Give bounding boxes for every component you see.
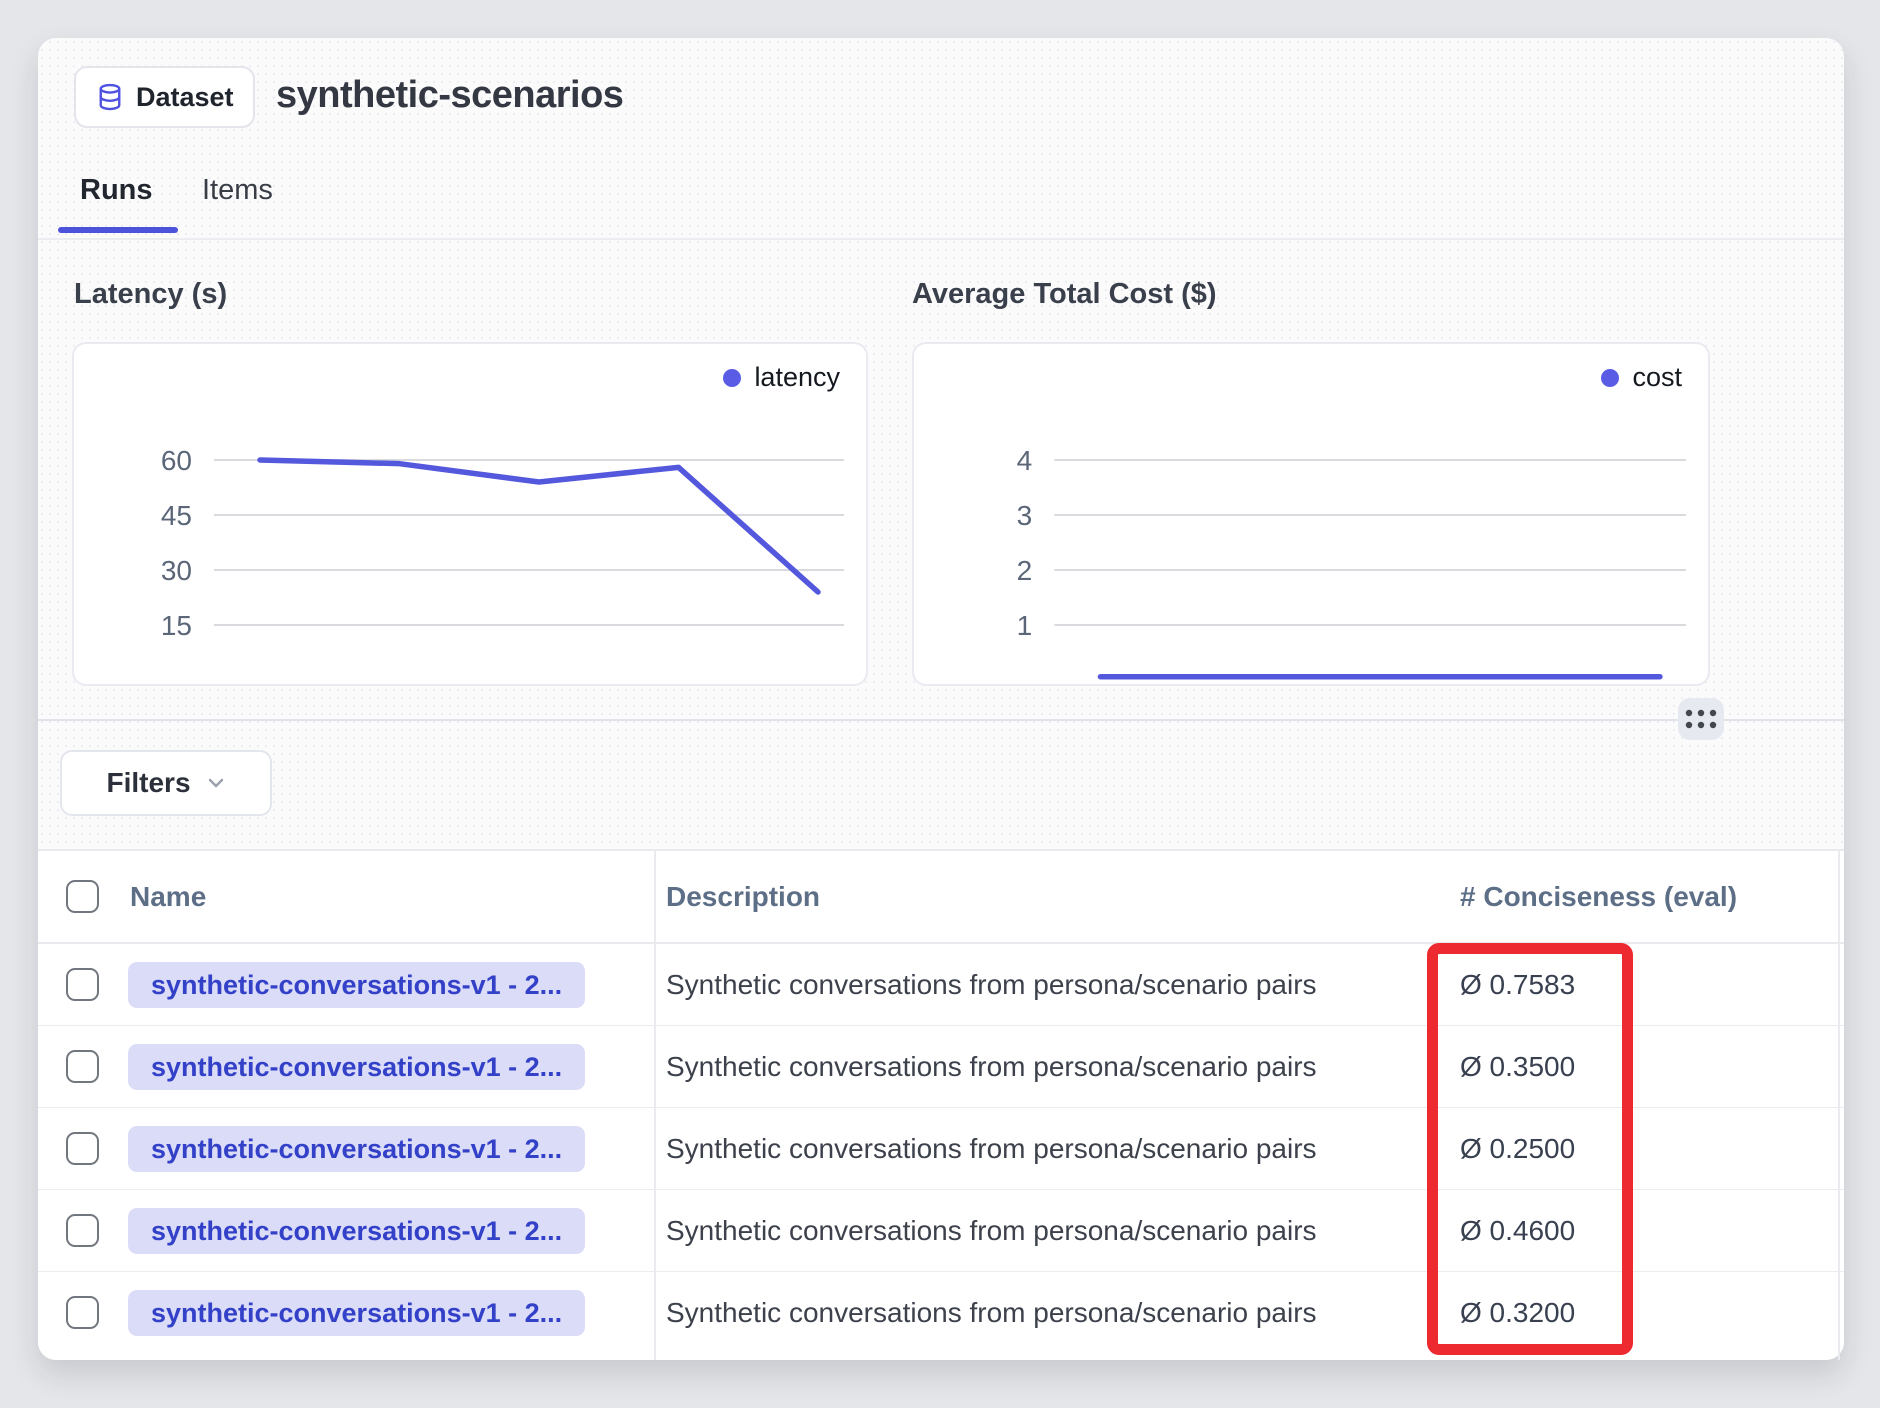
svg-text:3: 3 (1017, 500, 1033, 531)
tabs-divider (38, 238, 1844, 240)
cost-line-chart: 1 2 3 4 (914, 344, 1708, 684)
run-name-link[interactable]: synthetic-conversations-v1 - 2... (128, 1126, 585, 1172)
conciseness-value: Ø 0.3200 (1460, 1272, 1575, 1354)
svg-text:45: 45 (161, 500, 192, 531)
svg-text:2: 2 (1017, 555, 1033, 586)
table-row: synthetic-conversations-v1 - 2... Synthe… (38, 1026, 1844, 1108)
run-name-label: synthetic-conversations-v1 - 2... (151, 1052, 562, 1083)
svg-text:4: 4 (1017, 445, 1033, 476)
svg-text:30: 30 (161, 555, 192, 586)
active-tab-underline (58, 227, 178, 233)
svg-text:1: 1 (1017, 610, 1033, 641)
latency-chart-title: Latency (s) (74, 278, 227, 311)
table-row: synthetic-conversations-v1 - 2... Synthe… (38, 944, 1844, 1026)
section-divider (38, 719, 1844, 721)
tab-runs[interactable]: Runs (80, 174, 153, 207)
run-description: Synthetic conversations from persona/sce… (666, 1108, 1317, 1189)
legend-label: cost (1632, 362, 1682, 393)
table-row: synthetic-conversations-v1 - 2... Synthe… (38, 1108, 1844, 1190)
run-name-label: synthetic-conversations-v1 - 2... (151, 1298, 562, 1329)
legend-label: latency (754, 362, 840, 393)
row-checkbox[interactable] (66, 1214, 99, 1247)
filters-button-label: Filters (106, 767, 190, 799)
conciseness-value: Ø 0.2500 (1460, 1108, 1575, 1189)
run-name-label: synthetic-conversations-v1 - 2... (151, 1216, 562, 1247)
table-row: synthetic-conversations-v1 - 2... Synthe… (38, 1272, 1844, 1354)
conciseness-value: Ø 0.3500 (1460, 1026, 1575, 1107)
cost-legend: cost (1601, 362, 1682, 393)
run-description: Synthetic conversations from persona/sce… (666, 1190, 1317, 1271)
run-description: Synthetic conversations from persona/sce… (666, 1272, 1317, 1354)
column-header-name: Name (130, 851, 206, 942)
legend-dot-icon (723, 369, 741, 387)
table-row: synthetic-conversations-v1 - 2... Synthe… (38, 1190, 1844, 1272)
row-checkbox[interactable] (66, 968, 99, 1001)
dataset-card: Dataset synthetic-scenarios Runs Items L… (38, 38, 1844, 1360)
column-header-description: Description (666, 851, 820, 942)
tab-items[interactable]: Items (202, 174, 273, 207)
latency-line-chart: 15 30 45 60 (74, 344, 866, 684)
select-all-checkbox[interactable] (66, 880, 99, 913)
database-icon (95, 82, 125, 112)
run-name-link[interactable]: synthetic-conversations-v1 - 2... (128, 1290, 585, 1336)
badge-label: Dataset (136, 82, 234, 113)
grip-dots-icon (1684, 707, 1718, 731)
run-name-label: synthetic-conversations-v1 - 2... (151, 1134, 562, 1165)
run-description: Synthetic conversations from persona/sce… (666, 1026, 1317, 1107)
row-checkbox[interactable] (66, 1132, 99, 1165)
run-name-label: synthetic-conversations-v1 - 2... (151, 970, 562, 1001)
cost-chart-title: Average Total Cost ($) (912, 278, 1217, 311)
runs-table: Name Description # Conciseness (eval) sy… (38, 849, 1844, 1360)
conciseness-value: Ø 0.4600 (1460, 1190, 1575, 1271)
run-name-link[interactable]: synthetic-conversations-v1 - 2... (128, 962, 585, 1008)
table-header-row: Name Description # Conciseness (eval) (38, 851, 1844, 944)
run-description: Synthetic conversations from persona/sce… (666, 944, 1317, 1025)
conciseness-value: Ø 0.7583 (1460, 944, 1575, 1025)
svg-text:60: 60 (161, 445, 192, 476)
svg-text:15: 15 (161, 610, 192, 641)
drag-handle[interactable] (1678, 698, 1724, 740)
row-checkbox[interactable] (66, 1296, 99, 1329)
legend-dot-icon (1601, 369, 1619, 387)
run-name-link[interactable]: synthetic-conversations-v1 - 2... (128, 1208, 585, 1254)
page-title: synthetic-scenarios (276, 74, 623, 117)
table-body: synthetic-conversations-v1 - 2... Synthe… (38, 944, 1844, 1354)
row-checkbox[interactable] (66, 1050, 99, 1083)
filters-button[interactable]: Filters (60, 750, 272, 816)
column-header-conciseness: # Conciseness (eval) (1460, 851, 1737, 942)
cost-chart-panel: 1 2 3 4 cost (912, 342, 1710, 686)
latency-chart-panel: 15 30 45 60 latency (72, 342, 868, 686)
chevron-down-icon (206, 773, 226, 793)
dataset-badge: Dataset (74, 66, 255, 128)
run-name-link[interactable]: synthetic-conversations-v1 - 2... (128, 1044, 585, 1090)
latency-legend: latency (723, 362, 840, 393)
